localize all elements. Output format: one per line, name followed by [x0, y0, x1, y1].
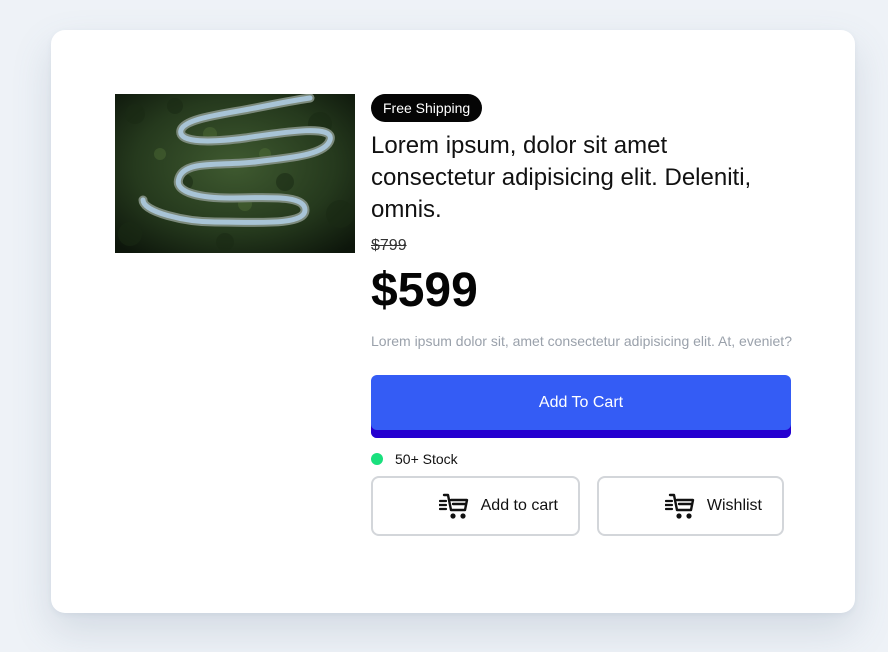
- current-price: $599: [371, 264, 478, 317]
- add-to-cart-label: Add to cart: [480, 497, 558, 514]
- add-to-cart-button[interactable]: Add to cart: [371, 476, 580, 536]
- product-image: [115, 94, 355, 253]
- secondary-actions: Add to cart Wishlist: [371, 476, 795, 536]
- free-shipping-badge: Free Shipping: [371, 94, 483, 122]
- product-info: Free Shipping Lorem ipsum, dolor sit ame…: [371, 94, 795, 536]
- wishlist-button[interactable]: Wishlist: [597, 476, 784, 536]
- stock-label: 50+ Stock: [395, 451, 458, 467]
- original-price: $799: [371, 237, 407, 254]
- cart-icon: [664, 492, 695, 520]
- stock-indicator-dot: [371, 453, 383, 465]
- product-title: Lorem ipsum, dolor sit amet consectetur …: [371, 132, 752, 223]
- product-card: Free Shipping Lorem ipsum, dolor sit ame…: [51, 30, 855, 613]
- stock-status: 50+ Stock: [371, 450, 795, 468]
- wishlist-label: Wishlist: [706, 497, 762, 514]
- product-description: Lorem ipsum dolor sit, amet consectetur …: [371, 333, 792, 349]
- add-to-cart-primary-button[interactable]: Add To Cart: [371, 375, 791, 438]
- cart-icon: [438, 492, 469, 520]
